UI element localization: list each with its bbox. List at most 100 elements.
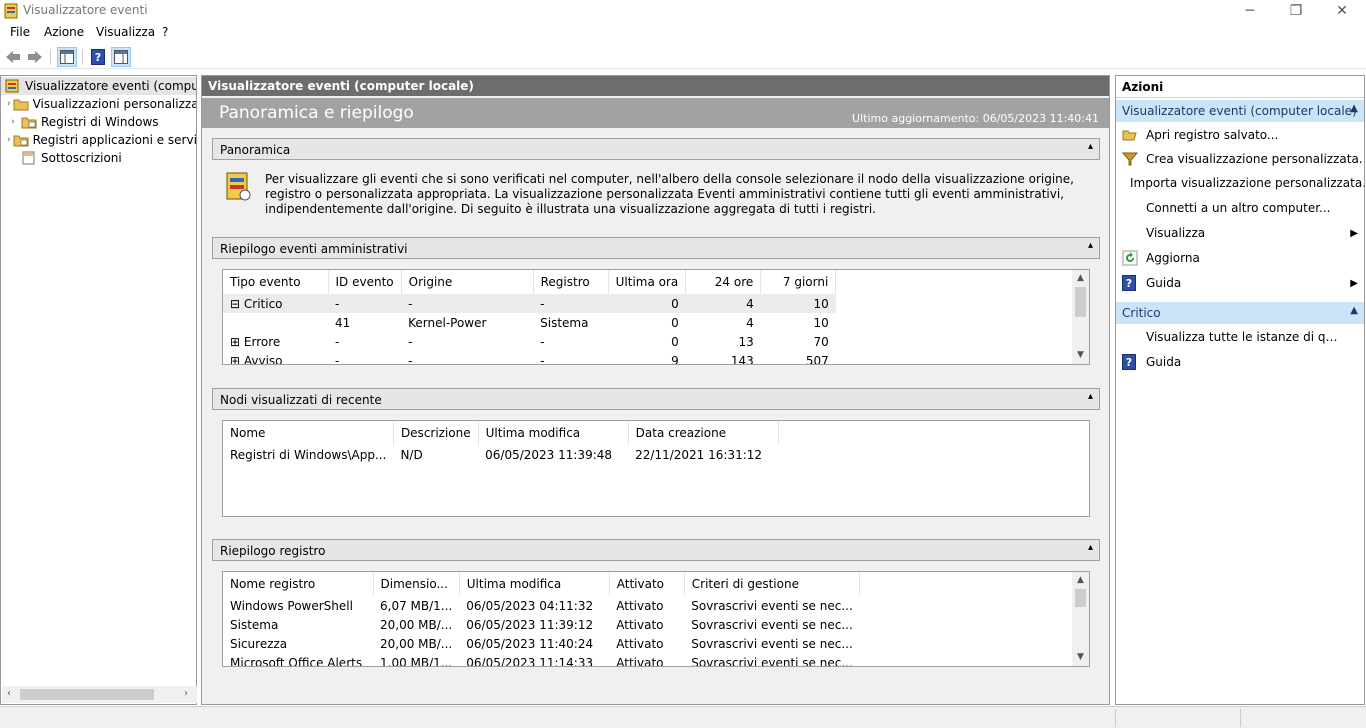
log-summary-header[interactable]: Riepilogo registro ▴ xyxy=(212,539,1100,561)
grid-header-row: Tipo evento ID evento Origine Registro U… xyxy=(223,270,837,294)
collapse-caret-icon[interactable]: ▴ xyxy=(1088,141,1093,152)
action-view-all-instances[interactable]: Visualizza tutte le istanze di questo ev… xyxy=(1116,325,1364,349)
show-hide-actions-button[interactable] xyxy=(111,47,131,67)
tree-horizontal-scrollbar[interactable]: ‹ › xyxy=(2,686,197,703)
scroll-right-icon[interactable]: › xyxy=(184,688,188,699)
chevron-right-icon[interactable]: › xyxy=(7,99,11,109)
event-source: Kernel-Power xyxy=(408,315,487,330)
column-header[interactable]: 24 ore xyxy=(685,270,762,294)
log-policy: Sovrascrivi eventi se nec... xyxy=(691,617,853,632)
collapse-caret-icon[interactable]: ▲ xyxy=(1350,305,1358,316)
action-import-custom-view[interactable]: Importa visualizzazione personalizzata..… xyxy=(1116,171,1364,195)
page-title: Panoramica e riepilogo xyxy=(219,103,414,123)
actions-group-critical[interactable]: Critico ▲ xyxy=(1116,302,1364,324)
column-header[interactable]: Attivato xyxy=(609,572,685,596)
minimize-button[interactable]: ─ xyxy=(1227,0,1273,22)
scroll-thumb[interactable] xyxy=(20,689,154,700)
tree-item-subscriptions[interactable]: Sottoscrizioni xyxy=(1,149,196,167)
table-row[interactable]: 41 Kernel-Power Sistema 0 4 10 xyxy=(223,313,836,332)
action-open-saved-log[interactable]: Apri registro salvato... xyxy=(1116,123,1364,147)
close-button[interactable]: ✕ xyxy=(1319,0,1365,22)
menu-azione[interactable]: Azione xyxy=(44,25,84,39)
back-button[interactable] xyxy=(3,47,23,67)
status-bar xyxy=(0,706,1366,728)
recent-nodes-header[interactable]: Nodi visualizzati di recente ▴ xyxy=(212,388,1100,410)
log-modified: 06/05/2023 11:39:12 xyxy=(466,617,594,632)
table-row[interactable]: Sicurezza 20,00 MB/... 06/05/2023 11:40:… xyxy=(223,634,860,653)
action-view[interactable]: Visualizza ▶ xyxy=(1116,221,1364,245)
overview-section-header[interactable]: Panoramica ▴ xyxy=(212,138,1100,160)
action-help-critical[interactable]: ? Guida xyxy=(1116,350,1364,374)
collapse-caret-icon[interactable]: ▲ xyxy=(1350,103,1358,114)
tree-item-windows-logs[interactable]: › Registri di Windows xyxy=(1,113,196,131)
log-enabled: Attivato xyxy=(616,617,664,632)
column-header[interactable]: Nome registro xyxy=(223,572,374,596)
scroll-up-icon[interactable]: ▲ xyxy=(1072,572,1089,589)
action-connect-computer[interactable]: Connetti a un altro computer... xyxy=(1116,196,1364,220)
log-modified: 06/05/2023 11:14:33 xyxy=(466,655,594,667)
menu-help[interactable]: ? xyxy=(162,25,168,39)
log-enabled: Attivato xyxy=(616,598,664,613)
scroll-thumb[interactable] xyxy=(1075,287,1086,317)
admin-grid-vertical-scrollbar[interactable]: ▲ ▼ xyxy=(1072,270,1089,364)
expand-toggle-icon[interactable]: ⊞ xyxy=(230,354,240,365)
scroll-up-icon[interactable]: ▲ xyxy=(1072,270,1089,287)
collapse-caret-icon[interactable]: ▴ xyxy=(1088,240,1093,251)
scroll-thumb[interactable] xyxy=(1075,589,1086,607)
column-header[interactable]: Origine xyxy=(401,270,534,294)
table-row[interactable]: Windows PowerShell 6,07 MB/1... 06/05/20… xyxy=(223,596,860,615)
recent-nodes-grid[interactable]: Nome Descrizione Ultima modifica Data cr… xyxy=(222,420,1090,517)
column-header[interactable]: Data creazione xyxy=(628,421,779,445)
chevron-right-icon[interactable]: › xyxy=(7,135,11,145)
chevron-right-icon[interactable]: › xyxy=(7,117,19,127)
table-row[interactable]: ⊞ Errore - - - 0 13 70 xyxy=(223,332,836,351)
show-hide-tree-button[interactable] xyxy=(57,47,77,67)
filter-icon xyxy=(1121,151,1139,167)
column-header[interactable]: 7 giorni xyxy=(760,270,837,294)
action-help[interactable]: ? Guida ▶ xyxy=(1116,271,1364,295)
collapse-toggle-icon[interactable]: ⊟ xyxy=(230,297,240,311)
console-tree-icon xyxy=(60,50,74,64)
group-title: Visualizzatore eventi (computer locale) xyxy=(1122,104,1357,118)
admin-summary-header[interactable]: Riepilogo eventi amministrativi ▴ xyxy=(212,237,1100,259)
column-header[interactable]: Ultima modifica xyxy=(459,572,610,596)
column-header[interactable]: Dimensio... xyxy=(373,572,460,596)
menu-file[interactable]: File xyxy=(10,25,30,39)
scroll-down-icon[interactable]: ▼ xyxy=(1072,649,1089,666)
tree-item-custom-views[interactable]: › Visualizzazioni personalizzate xyxy=(1,95,196,113)
column-header[interactable]: Ultima ora xyxy=(608,270,687,294)
collapse-caret-icon[interactable]: ▴ xyxy=(1088,542,1093,553)
tree-item-app-service-logs[interactable]: › Registri applicazioni e servizi xyxy=(1,131,196,149)
action-create-custom-view[interactable]: Crea visualizzazione personalizzata... xyxy=(1116,147,1364,171)
log-grid-vertical-scrollbar[interactable]: ▲ ▼ xyxy=(1072,572,1089,666)
column-header[interactable]: Registro xyxy=(533,270,609,294)
table-row[interactable]: Registri di Windows\App... N/D 06/05/202… xyxy=(223,445,778,464)
help-toolbar-button[interactable]: ? xyxy=(88,47,108,67)
menu-visualizza[interactable]: Visualizza xyxy=(96,25,155,39)
admin-summary-grid[interactable]: Tipo evento ID evento Origine Registro U… xyxy=(222,269,1090,365)
expand-toggle-icon[interactable]: ⊞ xyxy=(230,335,240,349)
action-refresh[interactable]: Aggiorna xyxy=(1116,246,1364,270)
column-header[interactable]: Criteri di gestione xyxy=(684,572,861,596)
table-row[interactable]: ⊟ Critico - - - 0 4 10 xyxy=(223,294,836,313)
count-week: 70 xyxy=(813,334,829,349)
column-header[interactable]: Nome xyxy=(223,421,394,445)
count-day: 4 xyxy=(746,296,754,311)
count-week: 10 xyxy=(813,296,829,311)
collapse-caret-icon[interactable]: ▴ xyxy=(1088,391,1093,402)
restore-button[interactable]: ❐ xyxy=(1273,0,1319,22)
scroll-left-icon[interactable]: ‹ xyxy=(7,688,11,699)
scroll-down-icon[interactable]: ▼ xyxy=(1072,347,1089,364)
log-summary-grid[interactable]: Nome registro Dimensio... Ultima modific… xyxy=(222,571,1090,667)
column-header[interactable]: Tipo evento xyxy=(223,270,329,294)
table-row[interactable]: Sistema 20,00 MB/... 06/05/2023 11:39:12… xyxy=(223,615,860,634)
column-header[interactable]: ID evento xyxy=(328,270,402,294)
table-row[interactable]: Microsoft Office Alerts 1,00 MB/1... 06/… xyxy=(223,653,860,667)
column-header[interactable]: Descrizione xyxy=(393,421,479,445)
tree-item-event-viewer-local[interactable]: Visualizzatore eventi (computer locale) xyxy=(1,77,196,95)
recent-nodes-section: Nodi visualizzati di recente ▴ Nome Desc… xyxy=(212,388,1100,528)
actions-group-event-viewer[interactable]: Visualizzatore eventi (computer locale) … xyxy=(1116,100,1364,122)
forward-button[interactable] xyxy=(25,47,45,67)
table-row[interactable]: ⊞ Avviso - - - 9 143 507 xyxy=(223,351,836,365)
column-header[interactable]: Ultima modifica xyxy=(478,421,629,445)
